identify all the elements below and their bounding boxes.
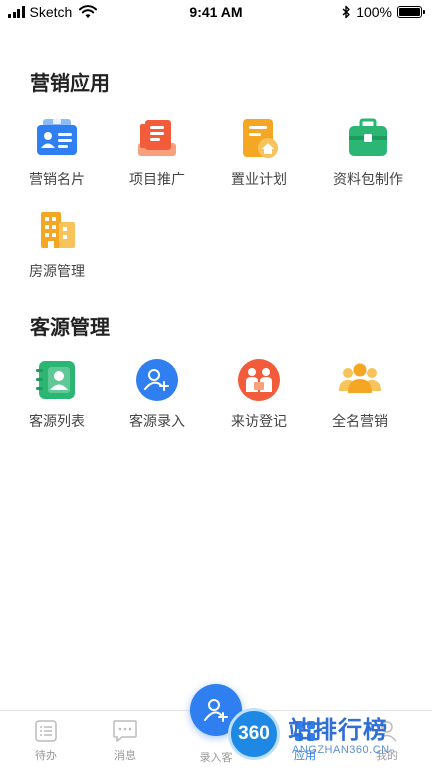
app-customer-list[interactable]: 客源列表 xyxy=(7,358,107,431)
tab-label: 消息 xyxy=(114,749,136,762)
todo-list-icon xyxy=(35,720,57,742)
section-title-marketing: 营销应用 xyxy=(30,71,110,95)
profile-icon xyxy=(377,721,397,742)
add-user-icon xyxy=(136,359,178,401)
app-project-promotion[interactable]: 项目推广 xyxy=(107,116,207,189)
battery-icon xyxy=(397,6,425,18)
briefcase-icon xyxy=(349,118,387,156)
business-card-icon xyxy=(37,119,77,155)
app-label: 营销名片 xyxy=(29,172,85,188)
battery-percent: 100% xyxy=(356,4,392,20)
tab-label: 录入客 xyxy=(199,751,233,764)
app-building-management[interactable]: 房源管理 xyxy=(7,208,107,281)
tab-apps[interactable]: 应用 xyxy=(262,719,348,763)
home-plan-icon xyxy=(243,119,278,158)
contact-book-icon xyxy=(36,361,75,399)
section-title-customers: 客源管理 xyxy=(30,315,110,339)
status-bar: Sketch 9:41 AM 100% xyxy=(0,0,432,26)
visitor-register-icon xyxy=(238,359,280,401)
app-briefcase[interactable]: 资料包制作 xyxy=(318,116,418,189)
tab-messages[interactable]: 消息 xyxy=(82,719,168,763)
add-customer-icon xyxy=(204,699,228,722)
tab-label: 应用 xyxy=(294,749,316,762)
message-icon xyxy=(113,720,137,743)
app-label: 资料包制作 xyxy=(333,172,403,188)
add-customer-fab[interactable] xyxy=(190,684,242,736)
tab-profile[interactable]: 我的 xyxy=(344,719,430,763)
tab-todo[interactable]: 待办 xyxy=(3,719,89,763)
app-home-plan[interactable]: 置业计划 xyxy=(209,116,309,189)
app-full-marketing[interactable]: 全名营销 xyxy=(310,358,410,431)
app-label: 客源列表 xyxy=(29,414,85,430)
tab-label: 待办 xyxy=(35,749,57,762)
app-label: 客源录入 xyxy=(129,414,185,430)
app-label: 置业计划 xyxy=(231,172,287,188)
project-promotion-icon xyxy=(138,120,176,156)
tab-label: 我的 xyxy=(376,749,398,762)
app-label: 全名营销 xyxy=(332,414,388,430)
app-label: 来访登记 xyxy=(231,414,287,430)
status-right: 100% xyxy=(342,4,425,20)
group-icon xyxy=(339,363,381,393)
bluetooth-icon xyxy=(342,5,350,19)
tab-add-customer[interactable]: 录入客 xyxy=(173,745,259,765)
app-visitor-register[interactable]: 来访登记 xyxy=(209,358,309,431)
app-business-card[interactable]: 营销名片 xyxy=(7,116,107,189)
app-label: 项目推广 xyxy=(129,172,185,188)
app-add-customer[interactable]: 客源录入 xyxy=(107,358,207,431)
apps-icon xyxy=(295,721,315,741)
building-icon xyxy=(41,212,75,248)
app-label: 房源管理 xyxy=(29,264,85,280)
